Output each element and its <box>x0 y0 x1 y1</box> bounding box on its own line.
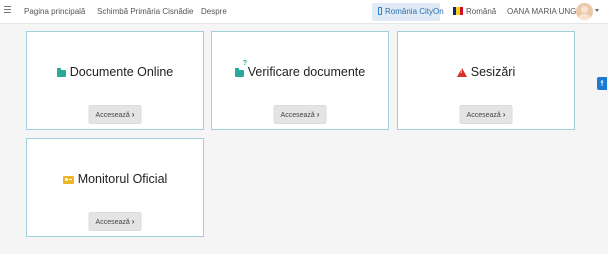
card-verificare-documente: ? Verificare documente Accesează › <box>211 31 389 130</box>
access-button[interactable]: Accesează › <box>88 212 142 231</box>
chevron-right-icon: › <box>502 110 506 119</box>
card-title: Monitorul Oficial <box>77 172 168 186</box>
chevron-right-icon: › <box>316 110 320 119</box>
avatar[interactable] <box>576 3 593 20</box>
card-monitorul-oficial: Monitorul Oficial Accesează › <box>26 138 204 237</box>
nav-home-link[interactable]: Pagina principală <box>24 7 85 16</box>
warning-icon <box>456 66 467 80</box>
accessibility-icon[interactable]: ☨ <box>597 77 607 90</box>
nav-switch-city-link[interactable]: Schimbă Primăria Cisnădie <box>97 7 193 16</box>
folder-open-icon <box>56 66 66 80</box>
access-button[interactable]: Accesează › <box>459 105 513 124</box>
menu-icon[interactable] <box>4 6 12 16</box>
card-title: Sesizări <box>470 65 516 79</box>
language-selector[interactable]: Română <box>466 7 496 16</box>
card-title: Verificare documente <box>247 65 366 79</box>
id-card-icon <box>62 173 74 187</box>
romania-flag-icon[interactable] <box>453 7 463 15</box>
chevron-right-icon: › <box>131 217 135 226</box>
phone-icon <box>378 7 382 15</box>
access-button[interactable]: Accesează › <box>273 105 327 124</box>
nav-cityon-link[interactable]: România CityOn <box>385 7 444 16</box>
nav-about-link[interactable]: Despre <box>201 7 227 16</box>
card-sesizari: Sesizări Accesează› <box>397 31 575 130</box>
card-title: Documente Online <box>69 65 174 79</box>
top-navbar: Pagina principală Schimbă Primăria Cisnă… <box>0 0 608 24</box>
folder-question-icon: ? <box>234 60 247 80</box>
card-documente-online: Documente Online Accesează › <box>26 31 204 130</box>
chevron-right-icon: › <box>131 110 135 119</box>
chevron-down-icon[interactable] <box>595 9 599 12</box>
access-button[interactable]: Accesează › <box>88 105 142 124</box>
